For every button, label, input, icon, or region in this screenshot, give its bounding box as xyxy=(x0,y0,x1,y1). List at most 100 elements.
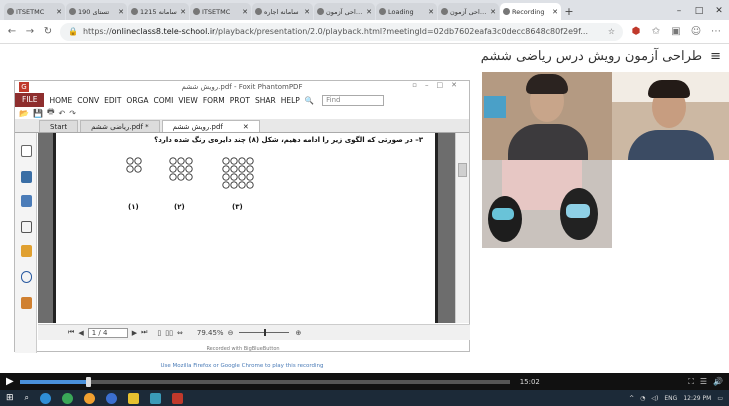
maximize-button[interactable]: □ xyxy=(689,2,709,20)
tab-close-icon[interactable]: ✕ xyxy=(552,8,558,16)
find-icon[interactable]: 🔍 xyxy=(305,96,314,105)
browser-tab[interactable]: ITSETMC ✕ xyxy=(4,3,65,20)
find-input[interactable]: Find xyxy=(322,94,385,106)
ribbon-tab[interactable]: SHAR xyxy=(255,96,276,105)
zoom-slider[interactable] xyxy=(239,329,290,336)
ribbon-tab[interactable]: VIEW xyxy=(178,96,198,105)
tray-arrow-icon[interactable]: ^ xyxy=(629,395,634,402)
edge-icon[interactable] xyxy=(40,392,52,404)
close-window-button[interactable]: ✕ xyxy=(709,2,729,20)
minimize-button[interactable]: – xyxy=(669,2,689,20)
play-button-icon[interactable]: ▶ xyxy=(6,376,14,387)
document-tab[interactable]: ریاضی ششم.pdf * xyxy=(80,120,160,132)
extension-icon[interactable]: ⬢ xyxy=(629,26,643,37)
speaker-icon[interactable]: ◁) xyxy=(651,395,658,402)
zoom-in-icon[interactable]: ⊕ xyxy=(295,329,301,337)
redo-icon[interactable]: ↷ xyxy=(69,109,76,118)
ribbon-tab[interactable]: COMI xyxy=(153,96,173,105)
notification-icon[interactable]: ▭ xyxy=(717,395,723,402)
tab-close-icon[interactable]: ✕ xyxy=(56,8,62,16)
browser-tab[interactable]: طراحی آزمون ✕ xyxy=(438,3,499,20)
last-page-icon[interactable]: ⏭ xyxy=(141,328,147,337)
back-icon[interactable]: ← xyxy=(6,26,18,37)
comment-icon[interactable] xyxy=(21,221,32,233)
browser-tab[interactable]: 190 تستای ✕ xyxy=(66,3,127,20)
tab-close-icon[interactable]: ✕ xyxy=(490,8,496,16)
bookmark-icon[interactable] xyxy=(21,145,32,157)
print-icon[interactable]: 🖶 xyxy=(47,106,55,120)
security-icon[interactable] xyxy=(21,297,32,309)
document-tab[interactable]: Start xyxy=(39,120,79,132)
browser-tab[interactable]: سامانه اجاره ✕ xyxy=(252,3,313,20)
app-icon-yellow[interactable] xyxy=(128,392,140,404)
ribbon-tab[interactable]: CONV xyxy=(77,96,99,105)
tab-close-icon[interactable]: ✕ xyxy=(366,8,372,16)
settings-icon[interactable]: ☰ xyxy=(700,377,707,386)
first-page-icon[interactable]: ⏮ xyxy=(68,328,74,337)
url-field[interactable]: 🔒 https://onlineclass8.tele-school.ir/pl… xyxy=(60,22,623,41)
profile-icon[interactable]: ☺ xyxy=(689,26,703,37)
tab-close-icon[interactable]: ✕ xyxy=(180,8,186,16)
ribbon-tab[interactable]: ORGA xyxy=(126,96,148,105)
zoom-value[interactable]: 79.45% xyxy=(197,329,224,337)
pattern-circle xyxy=(185,173,193,181)
collections-icon[interactable]: ▣ xyxy=(669,26,683,37)
reload-icon[interactable]: ↻ xyxy=(42,26,54,37)
volume-icon[interactable]: 🔊 xyxy=(713,377,723,386)
app-icon-teal[interactable] xyxy=(150,392,162,404)
playback-progress-bar[interactable] xyxy=(19,376,510,387)
two-page-icon[interactable]: ▯▯ xyxy=(165,329,173,337)
clock[interactable]: 12:29 PM xyxy=(683,395,711,402)
star-icon[interactable]: ☆ xyxy=(608,27,615,36)
document-tab-close-icon[interactable]: ✕ xyxy=(243,123,249,131)
scrollbar-thumb[interactable] xyxy=(458,163,467,177)
progress-knob[interactable] xyxy=(86,376,92,387)
network-icon[interactable]: ◔ xyxy=(640,395,645,402)
language-indicator[interactable]: ENG xyxy=(664,395,677,402)
fit-width-icon[interactable]: ⇔ xyxy=(177,329,183,337)
start-icon[interactable]: ⊞ xyxy=(6,393,14,403)
ribbon-tab[interactable]: PROT xyxy=(230,96,250,105)
page-number-field[interactable]: 1 / 4 xyxy=(87,327,128,338)
fullscreen-icon[interactable]: ⛶ xyxy=(688,377,694,387)
app-icon-orange[interactable] xyxy=(84,392,96,404)
app-icon-blue[interactable] xyxy=(106,392,118,404)
browser-tab[interactable]: Recording ✕ xyxy=(500,3,561,20)
ribbon-tab[interactable]: HELP xyxy=(281,96,300,105)
single-page-icon[interactable]: ▯ xyxy=(157,329,161,337)
browser-tab[interactable]: 1215 سامانه ✕ xyxy=(128,3,189,20)
tab-close-icon[interactable]: ✕ xyxy=(304,8,310,16)
ribbon-tab[interactable]: FORM xyxy=(203,96,225,105)
prev-page-icon[interactable]: ◀ xyxy=(78,329,83,337)
attachment-icon[interactable] xyxy=(21,245,32,257)
tab-close-icon[interactable]: ✕ xyxy=(428,8,434,16)
browser-tab[interactable]: ITSETMC ✕ xyxy=(190,3,251,20)
browser-tab[interactable]: طراحی آزمون ✕ xyxy=(314,3,375,20)
browser-tab[interactable]: Loading ✕ xyxy=(376,3,437,20)
file-menu[interactable]: FILE xyxy=(15,93,45,107)
next-page-icon[interactable]: ▶ xyxy=(132,329,137,337)
layers-icon[interactable] xyxy=(21,195,32,207)
foxit-taskbar-icon[interactable] xyxy=(172,392,184,404)
pattern-circle xyxy=(185,165,193,173)
save-icon[interactable]: 💾 xyxy=(33,109,43,118)
zoom-out-icon[interactable]: ⊖ xyxy=(228,329,234,337)
search-icon[interactable]: ⌕ xyxy=(25,393,29,403)
undo-icon[interactable]: ↶ xyxy=(59,109,66,118)
new-tab-button[interactable]: + xyxy=(562,3,576,20)
document-tab[interactable]: رویش ششم.pdf ✕ xyxy=(161,120,260,132)
favorites-icon[interactable]: ✩ xyxy=(649,26,663,37)
more-menu-icon[interactable]: ⋯ xyxy=(709,26,723,37)
pdf-window-controls[interactable]: ▫–□✕ xyxy=(412,81,465,89)
forward-icon[interactable]: → xyxy=(24,26,36,37)
ribbon-tab[interactable]: EDIT xyxy=(104,96,121,105)
vertical-scrollbar[interactable] xyxy=(455,133,469,323)
tab-close-icon[interactable]: ✕ xyxy=(242,8,248,16)
tab-close-icon[interactable]: ✕ xyxy=(118,8,124,16)
hamburger-menu-icon[interactable]: ≡ xyxy=(710,49,721,64)
ribbon-tab[interactable]: HOME xyxy=(49,96,72,105)
link-icon[interactable] xyxy=(21,271,32,283)
open-icon[interactable]: 📂 xyxy=(19,109,29,118)
chrome-icon[interactable] xyxy=(62,392,74,404)
pages-icon[interactable] xyxy=(21,171,32,183)
